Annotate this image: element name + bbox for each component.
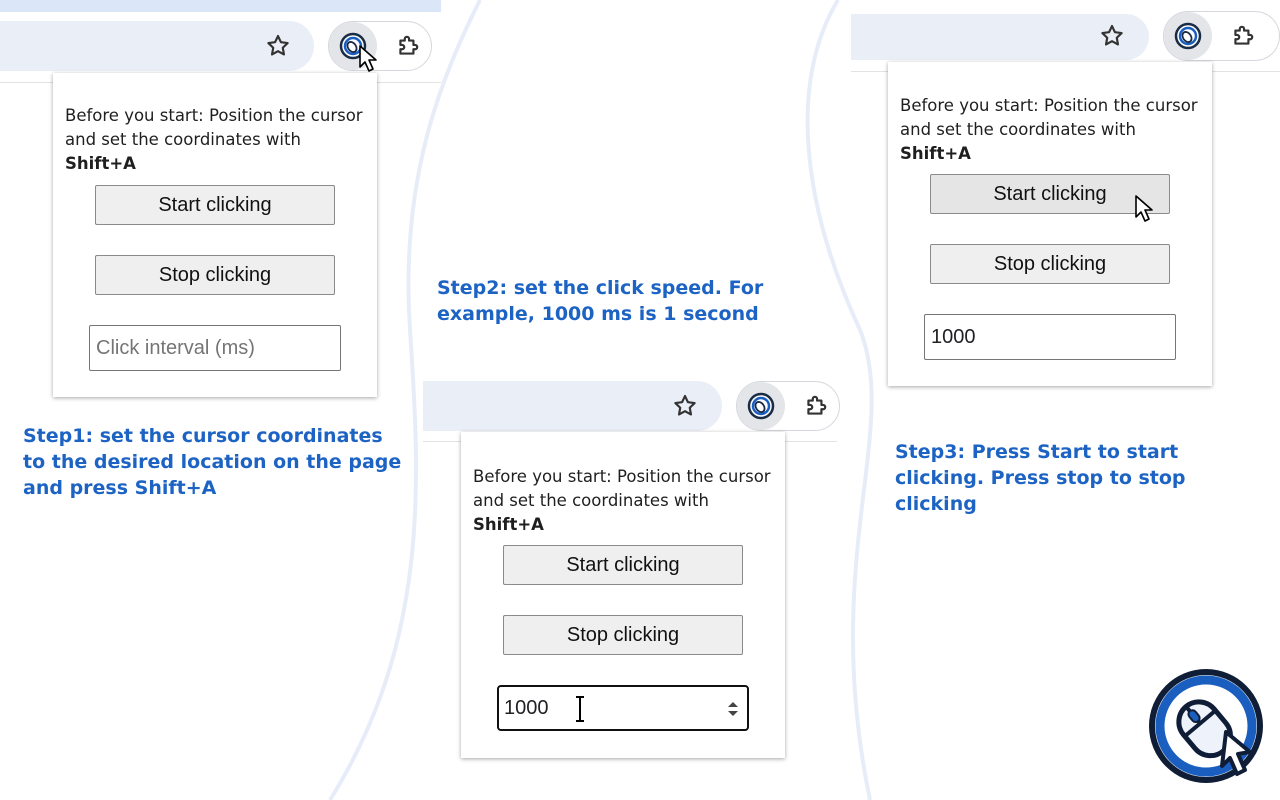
star-icon[interactable]: [265, 33, 291, 59]
extension-popup: Before you start: Position the cursor an…: [53, 73, 377, 397]
intro-text: Before you start: Position the cursor an…: [473, 467, 771, 534]
number-spinner-icon[interactable]: [727, 699, 739, 719]
puzzle-icon[interactable]: [1230, 23, 1256, 49]
auto-clicker-extension-icon[interactable]: [1174, 22, 1202, 50]
click-interval-input[interactable]: 1000: [924, 314, 1176, 360]
shortcut-text: Shift+A: [900, 144, 971, 163]
extension-popup: Before you start: Position the cursor an…: [888, 62, 1212, 386]
auto-clicker-logo: [1149, 669, 1263, 783]
mouse-pointer-icon: [1135, 195, 1153, 222]
click-interval-value: 1000: [931, 325, 976, 348]
shortcut-text: Shift+A: [473, 515, 544, 534]
star-icon[interactable]: [672, 393, 698, 419]
click-interval-value: 1000: [504, 696, 549, 719]
mouse-pointer-icon: [359, 45, 377, 72]
stop-clicking-button[interactable]: Stop clicking: [95, 255, 335, 295]
stop-clicking-button[interactable]: Stop clicking: [503, 615, 743, 655]
start-clicking-button[interactable]: Start clicking: [503, 545, 743, 585]
step1-caption: Step1: set the cursor coordinates to the…: [23, 425, 402, 499]
puzzle-icon[interactable]: [803, 393, 829, 419]
intro-text: Before you start: Position the cursor an…: [900, 96, 1198, 163]
stop-clicking-button[interactable]: Stop clicking: [930, 244, 1170, 284]
step3-caption: Step3: Press Start to start clicking. Pr…: [895, 441, 1186, 515]
shortcut-text: Shift+A: [65, 154, 136, 173]
step2-caption: Step2: set the click speed. For example,…: [437, 277, 764, 325]
auto-clicker-extension-icon[interactable]: [747, 392, 775, 420]
star-icon[interactable]: [1099, 23, 1125, 49]
click-interval-placeholder: Click interval (ms): [96, 336, 255, 359]
intro-text: Before you start: Position the cursor an…: [65, 106, 363, 173]
click-interval-input[interactable]: Click interval (ms): [89, 325, 341, 371]
puzzle-icon[interactable]: [395, 33, 421, 59]
browser-tab-strip: [0, 0, 441, 12]
click-interval-input[interactable]: 1000: [497, 685, 749, 731]
extension-popup: Before you start: Position the cursor an…: [461, 432, 785, 758]
text-cursor-icon: [576, 696, 584, 722]
start-clicking-button[interactable]: Start clicking: [95, 185, 335, 225]
